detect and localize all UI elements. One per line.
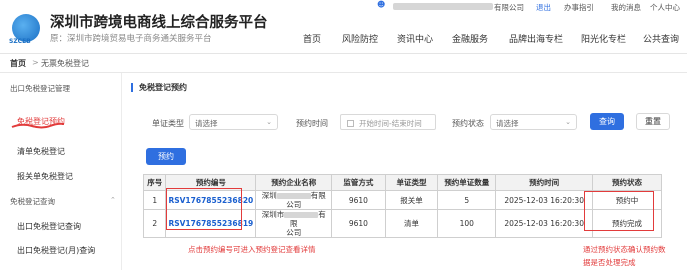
col-doc-type: 单证类型 <box>384 174 439 191</box>
col-status: 预约状态 <box>592 174 662 191</box>
logout-link[interactable]: 退出 <box>536 2 551 13</box>
annotation-note-left: 点击预约编号可进入预约登记查看详情 <box>188 245 316 254</box>
calendar-icon <box>347 120 354 127</box>
query-button[interactable]: 查询 <box>590 113 624 130</box>
sidebar-item-declaration-registration[interactable]: 报关单免税登记 <box>17 171 73 182</box>
nav-home[interactable]: 首页 <box>303 32 321 45</box>
user-icon: ☻ <box>377 0 386 9</box>
sidebar-item-export-month-query[interactable]: 出口免税登记(月)查询 <box>17 245 95 256</box>
annotation-box-reservation-no <box>166 188 242 230</box>
help-link[interactable]: 办事指引 <box>564 2 594 13</box>
company-cell: 深圳 有限 公司 <box>255 190 333 210</box>
nav-finance[interactable]: 金融服务 <box>452 32 488 45</box>
company-cell: 深圳市 有限 公司 <box>255 209 333 238</box>
company-suffix: 有限公司 <box>494 3 524 12</box>
time-cell: 2025-12-03 16:20:30 <box>495 190 594 210</box>
breadcrumb-separator: > <box>32 58 39 67</box>
company-name-blurred <box>393 3 493 10</box>
status-label: 预约状态 <box>452 119 484 128</box>
sidebar-group-query[interactable]: 免税登记查询 <box>10 196 55 207</box>
reserve-button[interactable]: 预约 <box>146 148 186 165</box>
chevron-down-icon: ⌄ <box>266 118 272 126</box>
annotation-note-right-1: 通过预约状态确认预约数 <box>583 245 666 254</box>
row-index: 1 <box>142 190 167 210</box>
nav-risk[interactable]: 风险防控 <box>342 32 378 45</box>
sidebar-group-export[interactable]: 出口免税登记管理 <box>10 83 70 94</box>
company-blur <box>284 212 319 218</box>
time-label: 预约时间 <box>296 119 328 128</box>
doc-type-select[interactable]: 请选择 ⌄ <box>189 114 278 130</box>
reset-button[interactable]: 重置 <box>636 113 670 130</box>
user-center-link[interactable]: 个人中心 <box>650 2 680 13</box>
red-underline-scribble <box>11 122 65 129</box>
col-company: 预约企业名称 <box>255 174 333 191</box>
breadcrumb-current: 无票免税登记 <box>41 59 89 68</box>
nav-public-query[interactable]: 公共查询 <box>643 32 679 45</box>
time-cell: 2025-12-03 16:20:30 <box>495 209 594 238</box>
doc-type-label: 单证类型 <box>152 119 184 128</box>
col-mode: 监管方式 <box>331 174 386 191</box>
messages-link[interactable]: 我的消息 <box>611 2 641 13</box>
count-cell: 100 <box>437 209 497 238</box>
status-select[interactable]: 请选择 ⌄ <box>490 114 577 130</box>
row-index: 2 <box>142 209 167 238</box>
sidebar-item-list-registration[interactable]: 清单免税登记 <box>17 146 65 157</box>
breadcrumb-home[interactable]: 首页 <box>10 58 26 69</box>
site-subtitle: 原：深圳市跨境贸易电子商务通关服务平台 <box>50 34 212 44</box>
col-index: 序号 <box>142 174 167 191</box>
time-range-input[interactable]: 开始时间-结束时间 <box>340 114 436 130</box>
annotation-box-status <box>584 191 654 231</box>
chevron-down-icon: ⌄ <box>565 118 571 126</box>
mode-cell: 9610 <box>331 190 386 210</box>
site-title: 深圳市跨境电商线上综合服务平台 <box>50 15 268 31</box>
nav-news[interactable]: 资讯中心 <box>397 32 433 45</box>
nav-sunshine[interactable]: 阳光化专栏 <box>581 32 626 45</box>
doc-type-cell: 报关单 <box>384 190 439 210</box>
doc-type-cell: 清单 <box>384 209 439 238</box>
col-count: 预约单证数量 <box>437 174 497 191</box>
annotation-note-right-2: 据是否处理完成 <box>583 258 636 267</box>
mode-cell: 9610 <box>331 209 386 238</box>
chevron-up-icon[interactable]: ⌃ <box>110 196 116 204</box>
header-divider <box>0 53 687 54</box>
count-cell: 5 <box>437 190 497 210</box>
logo-text: SZCEB <box>9 38 31 45</box>
company-blur <box>276 193 311 199</box>
col-time: 预约时间 <box>495 174 594 191</box>
section-title: 免税登记预约 <box>131 83 187 92</box>
nav-brand[interactable]: 品牌出海专栏 <box>509 32 563 45</box>
sidebar-item-export-query[interactable]: 出口免税登记查询 <box>17 221 81 232</box>
